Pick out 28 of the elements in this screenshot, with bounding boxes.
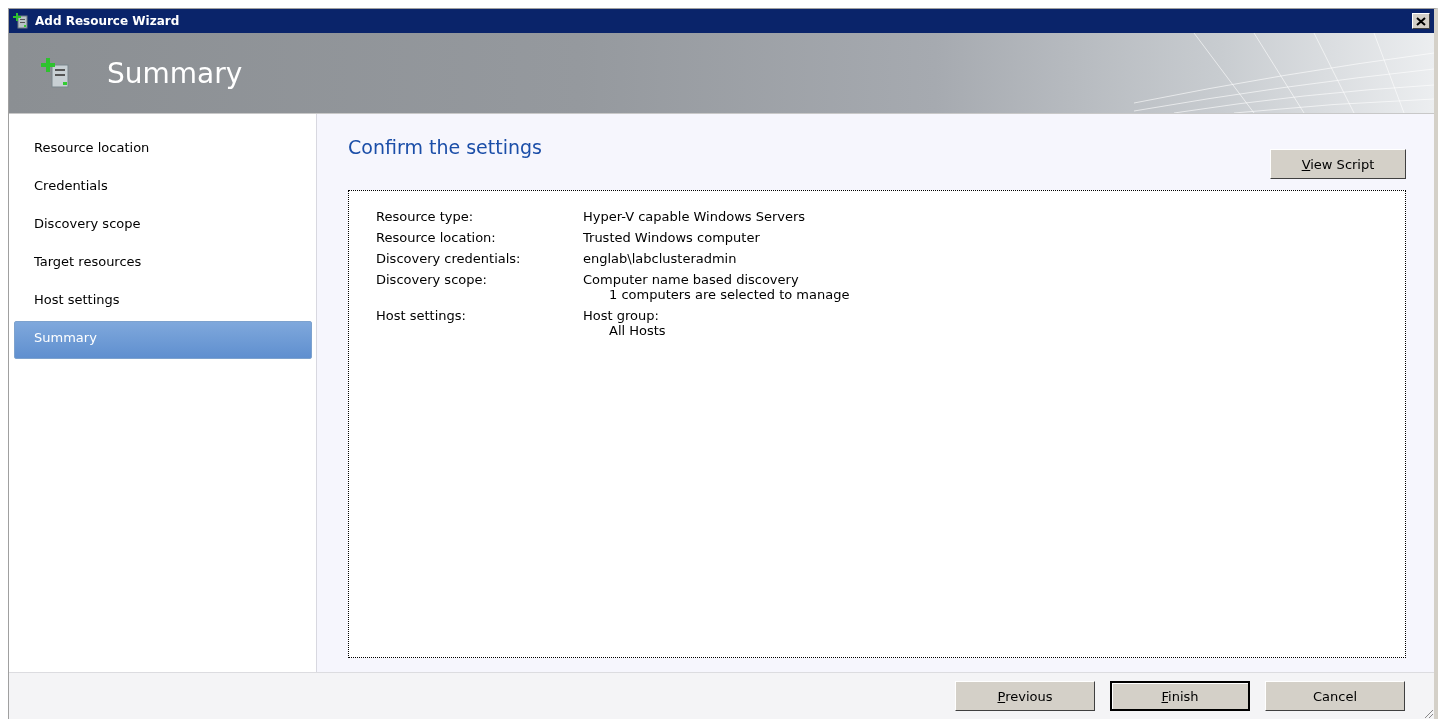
setting-label: Discovery credentials:: [376, 251, 522, 266]
wizard-button[interactable]: Finish: [1110, 681, 1250, 711]
setting-label: Resource type:: [376, 209, 475, 224]
setting-value: englab\labclusteradmin: [583, 251, 737, 266]
setting-detail: 1 computers are selected to manage: [608, 287, 850, 302]
setting-value: Trusted Windows computer: [583, 230, 760, 245]
wizard-button[interactable]: Cancel: [1265, 681, 1405, 711]
step-item[interactable]: Host settings: [14, 283, 312, 321]
setting-detail: All Hosts: [608, 323, 666, 338]
setting-value: Hyper-V capable Windows Servers: [583, 209, 806, 224]
server-add-icon: [13, 13, 29, 29]
setting-label: Host settings:: [376, 308, 467, 325]
setting-value: Computer name based discovery: [583, 272, 800, 287]
resize-grip-icon[interactable]: [1422, 707, 1434, 719]
window-title: Add Resource Wizard: [35, 14, 181, 28]
step-item[interactable]: Target resources: [14, 245, 312, 283]
setting-label: Resource location:: [376, 230, 497, 245]
setting-value: Host group:: [583, 308, 660, 323]
step-item[interactable]: Discovery scope: [14, 207, 312, 245]
setting-label: Discovery scope:: [376, 272, 488, 289]
page-title: Summary: [107, 56, 243, 90]
wizard-button[interactable]: Previous: [955, 681, 1095, 711]
section-heading: Confirm the settings: [348, 136, 542, 158]
view-script-button[interactable]: View Script: [1270, 149, 1406, 179]
step-item[interactable]: Resource location: [14, 131, 312, 169]
close-icon: [1416, 16, 1426, 26]
close-button[interactable]: [1412, 13, 1430, 29]
step-item[interactable]: Credentials: [14, 169, 312, 207]
